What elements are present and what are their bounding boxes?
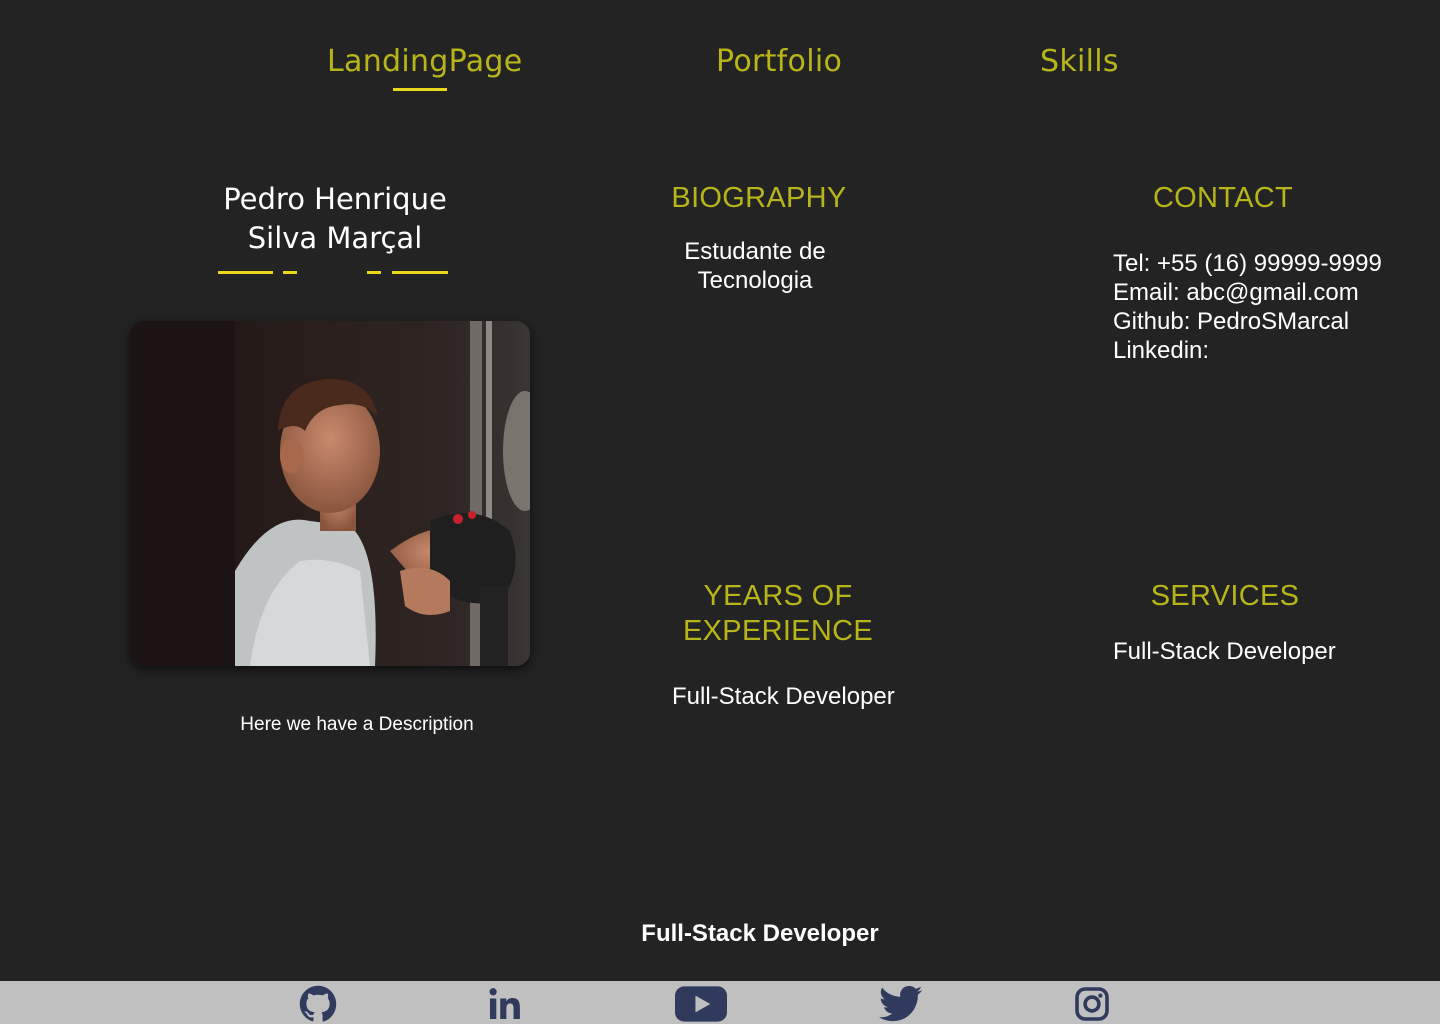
biography-title: BIOGRAPHY	[671, 182, 847, 214]
services-text: Full-Stack Developer	[1113, 638, 1336, 665]
experience-title-line1: YEARS OF	[703, 580, 853, 612]
nav-link-portfolio[interactable]: Portfolio	[716, 44, 842, 79]
experience-text: Full-Stack Developer	[672, 683, 895, 710]
name-decor-dash	[392, 271, 448, 274]
biography-text: Estudante de Tecnologia	[655, 237, 855, 295]
experience-title-line2: EXPERIENCE	[683, 615, 873, 647]
biography-text-line1: Estudante de	[684, 238, 826, 265]
youtube-icon[interactable]	[675, 985, 727, 1023]
profile-photo	[130, 321, 530, 666]
nav-link-skills[interactable]: Skills	[1040, 44, 1119, 79]
contact-email: Email: abc@gmail.com	[1113, 279, 1359, 306]
contact-title: CONTACT	[1152, 182, 1294, 214]
name-decor-dash	[283, 271, 297, 274]
contact-linkedin: Linkedin:	[1113, 337, 1210, 364]
instagram-icon[interactable]	[1074, 985, 1110, 1023]
github-icon[interactable]	[299, 985, 337, 1023]
name-decor-dash	[218, 271, 273, 274]
footer-title: Full-Stack Developer	[641, 920, 879, 947]
social-bar	[0, 981, 1440, 1024]
contact-info: Tel: +55 (16) 99999-9999 Email: abc@gmai…	[1113, 249, 1433, 365]
contact-tel: Tel: +55 (16) 99999-9999	[1113, 250, 1382, 277]
name-decor-dash	[367, 271, 381, 274]
services-title: SERVICES	[1150, 580, 1300, 612]
profile-name-line1: Pedro Henrique	[223, 182, 447, 216]
linkedin-icon[interactable]	[486, 985, 524, 1023]
experience-title: YEARS OF EXPERIENCE	[660, 579, 896, 649]
twitter-icon[interactable]	[879, 985, 923, 1023]
nav-active-underline	[393, 88, 447, 91]
nav-link-landingpage[interactable]: LandingPage	[327, 44, 522, 79]
profile-description: Here we have a Description	[240, 714, 474, 735]
contact-github: Github: PedroSMarcal	[1113, 308, 1350, 335]
biography-text-line2: Tecnologia	[697, 267, 813, 294]
profile-name: Pedro Henrique Silva Marçal	[185, 180, 485, 258]
profile-name-line2: Silva Marçal	[247, 221, 423, 255]
